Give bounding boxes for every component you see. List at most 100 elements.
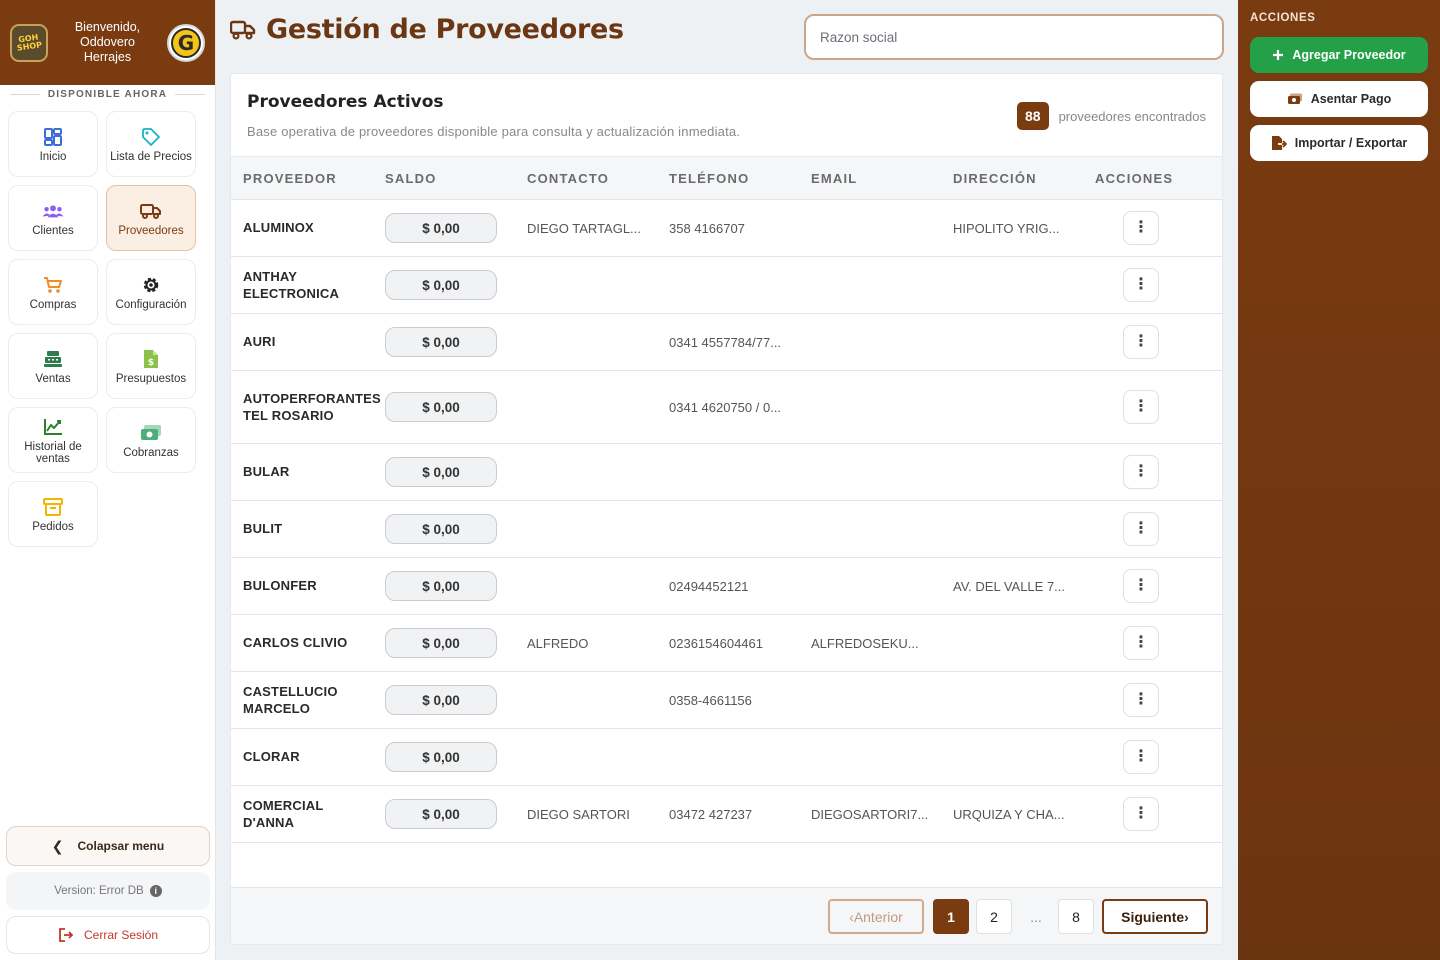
version-label: Version: Error DB — [54, 885, 144, 897]
prev-page-button[interactable]: ‹ Anterior — [828, 899, 924, 934]
cell-telefono: 0236154604461 — [657, 614, 799, 672]
nav-item-clientes[interactable]: Clientes — [8, 185, 98, 251]
nav-item-presupuestos[interactable]: $ Presupuestos — [106, 333, 196, 399]
row-actions-button[interactable]: ⋮ — [1123, 325, 1159, 359]
collapse-menu-button[interactable]: ❮ Colapsar menu — [6, 826, 210, 866]
cell-contacto — [515, 500, 657, 558]
logout-button[interactable]: Cerrar Sesión — [6, 916, 210, 954]
nav-item-cobranzas[interactable]: Cobranzas — [106, 407, 196, 473]
row-actions-button[interactable]: ⋮ — [1123, 569, 1159, 603]
row-actions-button[interactable]: ⋮ — [1123, 683, 1159, 717]
table-row[interactable]: ALUMINOX $ 0,00 DIEGO TARTAGL... 358 416… — [231, 199, 1222, 257]
divider-line — [175, 93, 206, 95]
import-export-button[interactable]: Importar / Exportar — [1250, 125, 1428, 161]
table-header-row: PROVEEDOR SALDO CONTACTO TELÉFONO EMAIL … — [231, 156, 1222, 200]
kebab-menu-icon: ⋮ — [1133, 805, 1149, 822]
column-header[interactable]: TELÉFONO — [657, 157, 799, 200]
cell-proveedor: CARLOS CLIVIO — [231, 614, 373, 672]
cell-telefono — [657, 728, 799, 786]
table-row[interactable]: CARLOS CLIVIO $ 0,00 ALFREDO 02361546044… — [231, 614, 1222, 672]
column-header[interactable]: SALDO — [373, 157, 515, 200]
card-subtitle: Base operativa de proveedores disponible… — [247, 124, 741, 139]
table-row[interactable]: CASTELLUCIO MARCELO $ 0,00 0358-4661156 … — [231, 671, 1222, 729]
nav-item-ventas[interactable]: Ventas — [8, 333, 98, 399]
pagination-ellipsis: ... — [1030, 908, 1042, 925]
row-actions-button[interactable]: ⋮ — [1123, 211, 1159, 245]
count-badge: 88 — [1016, 102, 1049, 130]
row-actions-button[interactable]: ⋮ — [1123, 390, 1159, 424]
table-row[interactable]: AUTOPERFORANTES TEL ROSARIO $ 0,00 0341 … — [231, 370, 1222, 444]
sidebar-footer: ❮ Colapsar menu Version: Error DB i Cerr… — [6, 826, 210, 954]
cell-email — [799, 256, 941, 314]
company-logo: G — [167, 23, 205, 62]
kebab-menu-icon: ⋮ — [1133, 520, 1149, 537]
page-button[interactable]: 1 — [933, 899, 969, 934]
page-button[interactable]: 8 — [1058, 899, 1094, 934]
cell-acciones: ⋮ — [1083, 370, 1222, 444]
kebab-menu-icon: ⋮ — [1133, 748, 1149, 765]
page-button[interactable]: 2 — [976, 899, 1012, 934]
cell-telefono — [657, 256, 799, 314]
available-label: DISPONIBLE AHORA — [47, 88, 168, 100]
nav-item-historial-ventas[interactable]: Historial de ventas — [8, 407, 98, 473]
add-supplier-button[interactable]: Agregar Proveedor — [1250, 37, 1428, 73]
chart-line-icon — [42, 416, 64, 438]
column-header[interactable]: DIRECCIÓN — [941, 157, 1083, 200]
cell-telefono: 0341 4620750 / 0... — [657, 370, 799, 444]
shop-logo-text: GOH SHOP — [16, 32, 43, 53]
row-actions-button[interactable]: ⋮ — [1123, 797, 1159, 831]
column-header[interactable]: PROVEEDOR — [231, 157, 373, 200]
table-row[interactable]: AURI $ 0,00 0341 4557784/77... ⋮ — [231, 313, 1222, 371]
search-input[interactable] — [804, 14, 1224, 60]
saldo-pill: $ 0,00 — [385, 742, 497, 772]
nav-item-proveedores[interactable]: Proveedores — [106, 185, 196, 251]
row-actions-button[interactable]: ⋮ — [1123, 512, 1159, 546]
kebab-menu-icon: ⋮ — [1133, 691, 1149, 708]
table-row[interactable]: BULIT $ 0,00 ⋮ — [231, 500, 1222, 558]
register-payment-button[interactable]: Asentar Pago — [1250, 81, 1428, 117]
info-icon[interactable]: i — [149, 885, 162, 897]
svg-text:$: $ — [148, 358, 154, 368]
table-row[interactable]: BULONFER $ 0,00 02494452121 AV. DEL VALL… — [231, 557, 1222, 615]
cell-saldo: $ 0,00 — [373, 370, 515, 444]
nav-item-compras[interactable]: Compras — [8, 259, 98, 325]
main-nav: Inicio Lista de Precios Clientes Proveed… — [8, 111, 200, 547]
nav-item-lista-precios[interactable]: Lista de Precios — [106, 111, 196, 177]
cell-direccion — [941, 443, 1083, 501]
cell-acciones: ⋮ — [1083, 500, 1222, 558]
cell-saldo: $ 0,00 — [373, 728, 515, 786]
card-header: Proveedores Activos Base operativa de pr… — [231, 74, 1222, 156]
row-actions-button[interactable]: ⋮ — [1123, 455, 1159, 489]
cell-telefono — [657, 443, 799, 501]
cell-email — [799, 500, 941, 558]
cell-proveedor: AUTOPERFORANTES TEL ROSARIO — [231, 370, 381, 444]
cell-acciones: ⋮ — [1083, 785, 1222, 843]
table-row[interactable]: BULAR $ 0,00 ⋮ — [231, 443, 1222, 501]
cell-email — [799, 443, 941, 501]
row-actions-button[interactable]: ⋮ — [1123, 268, 1159, 302]
table-row[interactable]: CLORAR $ 0,00 ⋮ — [231, 728, 1222, 786]
cell-email — [799, 199, 941, 257]
table-row[interactable]: ANTHAY ELECTRONICA $ 0,00 ⋮ — [231, 256, 1222, 314]
cell-direccion: URQUIZA Y CHA... — [941, 785, 1083, 843]
table-row[interactable]: COMERCIAL D'ANNA $ 0,00 DIEGO SARTORI 03… — [231, 785, 1222, 843]
column-header: ACCIONES — [1095, 170, 1174, 186]
row-actions-button[interactable]: ⋮ — [1123, 626, 1159, 660]
column-header[interactable]: EMAIL — [799, 157, 941, 200]
next-label: Siguiente — [1121, 908, 1185, 925]
column-header[interactable]: CONTACTO — [515, 157, 657, 200]
saldo-pill: $ 0,00 — [385, 628, 497, 658]
cell-direccion: HIPOLITO YRIG... — [941, 199, 1083, 257]
next-page-button[interactable]: Siguiente › — [1102, 899, 1208, 934]
cell-proveedor: CLORAR — [231, 728, 373, 786]
nav-item-inicio[interactable]: Inicio — [8, 111, 98, 177]
cell-telefono: 0358-4661156 — [657, 671, 799, 729]
cell-contacto — [515, 256, 657, 314]
nav-item-pedidos[interactable]: Pedidos — [8, 481, 98, 547]
cell-proveedor: ALUMINOX — [231, 199, 373, 257]
kebab-menu-icon: ⋮ — [1133, 333, 1149, 350]
cell-email: ALFREDOSEKU... — [799, 614, 941, 672]
nav-item-configuracion[interactable]: Configuración — [106, 259, 196, 325]
row-actions-button[interactable]: ⋮ — [1123, 740, 1159, 774]
truck-icon — [230, 20, 256, 40]
